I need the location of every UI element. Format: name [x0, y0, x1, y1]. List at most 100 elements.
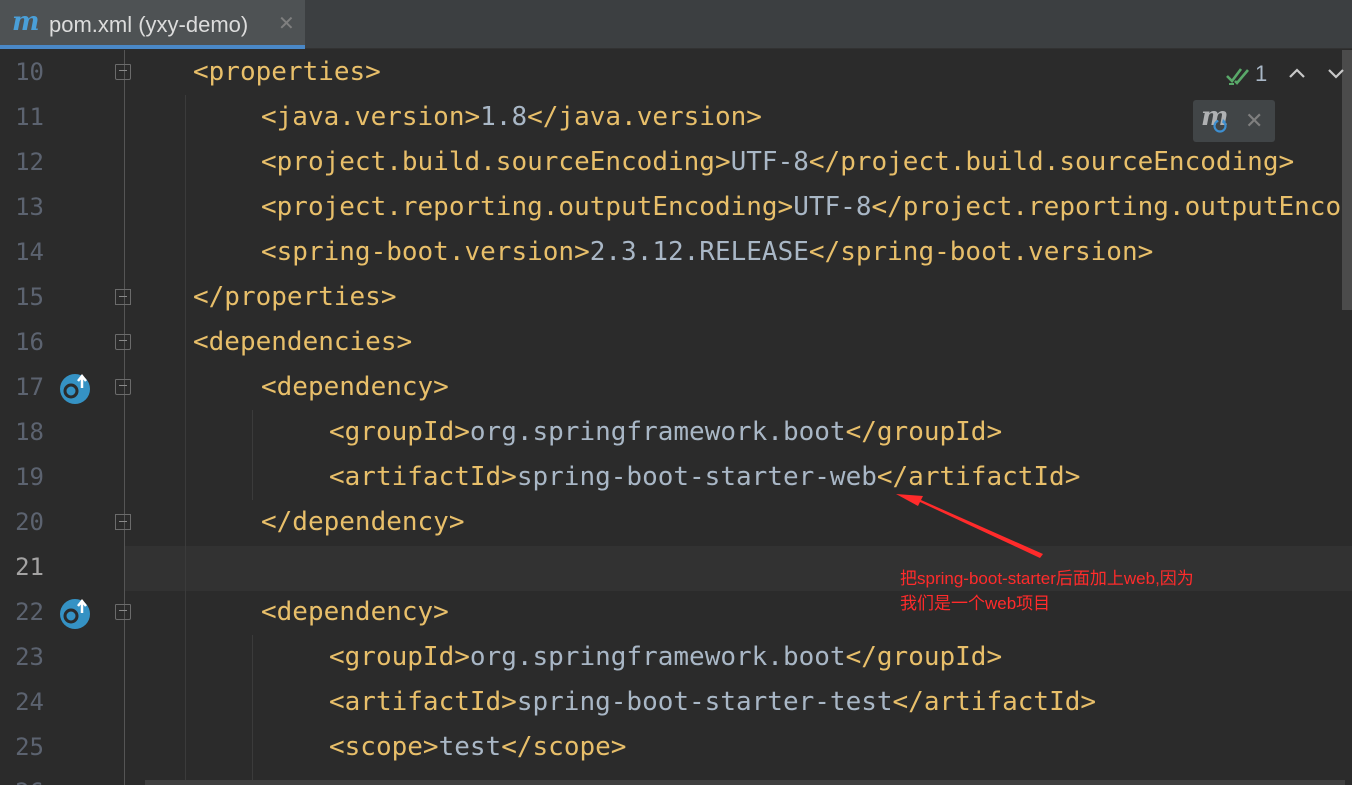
xml-tag: </project.reporting.outputEncoding> [871, 192, 1352, 222]
code-line[interactable]: 12 <project.build.sourceEncoding>UTF-8</p… [0, 140, 1352, 185]
xml-tag: </dependency> [261, 507, 465, 537]
editor-tab-bar: m pom.xml (yxy-demo) ✕ [0, 0, 1352, 49]
xml-tag: </java.version> [527, 102, 762, 132]
xml-tag: <artifactId> [329, 462, 517, 492]
line-number: 15 [15, 283, 44, 311]
chevron-down-icon[interactable] [1325, 62, 1347, 84]
line-number: 17 [15, 373, 44, 401]
code-text: <properties> [193, 50, 381, 95]
code-line[interactable]: 14 <spring-boot.version>2.3.12.RELEASE</s… [0, 230, 1352, 275]
line-number: 26 [0, 770, 44, 785]
fold-toggle-icon[interactable] [115, 289, 131, 305]
line-number: 10 [15, 58, 44, 86]
xml-value: test [438, 732, 502, 762]
line-number: 13 [15, 193, 44, 221]
xml-tag: <dependencies> [193, 327, 413, 357]
xml-value: UTF-8 [793, 192, 872, 222]
close-icon[interactable]: ✕ [278, 12, 295, 36]
maven-reload-popup: m ✕ [1193, 100, 1275, 142]
dependency-navigate-icon[interactable] [58, 371, 92, 405]
fold-toggle-icon[interactable] [115, 379, 131, 395]
tab-pom-xml[interactable]: m pom.xml (yxy-demo) ✕ [0, 0, 305, 49]
code-text: <dependency> [261, 590, 449, 635]
xml-value: spring-boot-starter-web [516, 462, 877, 492]
code-text: <artifactId>spring-boot-starter-web</art… [329, 455, 1080, 500]
code-text: </properties> [193, 275, 397, 320]
code-line[interactable]: 11 <java.version>1.8</java.version> [0, 95, 1352, 140]
code-editor[interactable]: 10 <properties> 11 <java.version>1.8</java.… [0, 50, 1352, 785]
line-number: 18 [15, 418, 44, 446]
code-line[interactable]: 19 <artifactId>spring-boot-starter-web</a… [0, 455, 1352, 500]
line-number: 25 [15, 733, 44, 761]
line-number: 12 [15, 148, 44, 176]
line-number: 16 [15, 328, 44, 356]
xml-tag: </spring-boot.version> [808, 237, 1154, 267]
code-line[interactable]: 16 <dependencies> [0, 320, 1352, 365]
xml-tag: </scope> [501, 732, 627, 762]
code-line[interactable]: 20 </dependency> [0, 500, 1352, 545]
code-line[interactable]: 13 <project.reporting.outputEncoding>UTF-… [0, 185, 1352, 230]
double-check-icon[interactable] [1226, 64, 1250, 86]
code-line[interactable]: 23 <groupId>org.springframework.boot</gro… [0, 635, 1352, 680]
xml-tag: <scope> [329, 732, 439, 762]
fold-toggle-icon[interactable] [115, 334, 131, 350]
fold-toggle-icon[interactable] [115, 64, 131, 80]
line-number: 21 [15, 553, 44, 581]
line-number: 22 [15, 598, 44, 626]
xml-tag: </groupId> [845, 642, 1003, 672]
xml-tag: <project.build.sourceEncoding> [261, 147, 731, 177]
code-line[interactable]: 18 <groupId>org.springframework.boot</gro… [0, 410, 1352, 455]
code-line[interactable]: 24 <artifactId>spring-boot-starter-test</… [0, 680, 1352, 725]
line-number: 14 [15, 238, 44, 266]
tab-title: pom.xml (yxy-demo) [49, 12, 249, 37]
xml-tag: <groupId> [329, 642, 470, 672]
close-icon[interactable]: ✕ [1245, 108, 1263, 134]
vertical-scrollbar[interactable] [1342, 50, 1352, 310]
horizontal-scrollbar[interactable] [145, 780, 1345, 785]
fold-toggle-icon[interactable] [115, 514, 131, 530]
xml-tag: <artifactId> [329, 687, 517, 717]
code-text: <project.build.sourceEncoding>UTF-8</pro… [261, 140, 1294, 185]
line-number: 20 [15, 508, 44, 536]
xml-tag: <spring-boot.version> [261, 237, 590, 267]
code-text: <spring-boot.version>2.3.12.RELEASE</spr… [261, 230, 1153, 275]
fold-toggle-icon[interactable] [115, 604, 131, 620]
xml-tag: <groupId> [329, 417, 470, 447]
code-line[interactable]: 25 <scope>test</scope> [0, 725, 1352, 770]
code-line[interactable]: 17 <dependency> [0, 365, 1352, 410]
xml-tag: <properties> [193, 57, 381, 87]
xml-tag: </properties> [193, 282, 397, 312]
code-text: <project.reporting.outputEncoding>UTF-8<… [261, 185, 1352, 230]
code-text: <scope>test</scope> [329, 725, 626, 770]
maven-icon: m [12, 7, 40, 37]
annotation-line-1: 把spring-boot-starter后面加上web,因为 [900, 569, 1194, 588]
chevron-up-icon[interactable] [1286, 62, 1308, 84]
xml-value: spring-boot-starter-test [516, 687, 893, 717]
xml-value: 1.8 [480, 102, 528, 132]
code-text: <groupId>org.springframework.boot</group… [329, 410, 1002, 455]
code-text: <dependencies> [193, 320, 412, 365]
annotation-note: 把spring-boot-starter后面加上web,因为 我们是一个web项… [900, 566, 1260, 616]
annotation-line-2: 我们是一个web项目 [900, 594, 1051, 613]
code-line[interactable]: 10 <properties> [0, 50, 1352, 95]
inspection-count: 1 [1255, 61, 1268, 86]
xml-tag: <project.reporting.outputEncoding> [261, 192, 794, 222]
refresh-icon [1213, 119, 1227, 133]
code-text: <groupId>org.springframework.boot</group… [329, 635, 1002, 680]
xml-value: org.springframework.boot [469, 642, 846, 672]
line-number: 23 [15, 643, 44, 671]
line-number: 19 [15, 463, 44, 491]
xml-tag: </artifactId> [892, 687, 1097, 717]
code-text: <dependency> [261, 365, 449, 410]
code-text: <java.version>1.8</java.version> [261, 95, 762, 140]
code-text: <artifactId>spring-boot-starter-test</ar… [329, 680, 1096, 725]
xml-value: 2.3.12.RELEASE [589, 237, 809, 267]
code-text: </dependency> [261, 500, 465, 545]
xml-tag: </project.build.sourceEncoding> [808, 147, 1295, 177]
xml-value: org.springframework.boot [469, 417, 846, 447]
code-line[interactable]: 15 </properties> [0, 275, 1352, 320]
line-number: 24 [15, 688, 44, 716]
xml-value: UTF-8 [730, 147, 809, 177]
dependency-navigate-icon[interactable] [58, 596, 92, 630]
xml-tag: </artifactId> [876, 462, 1081, 492]
